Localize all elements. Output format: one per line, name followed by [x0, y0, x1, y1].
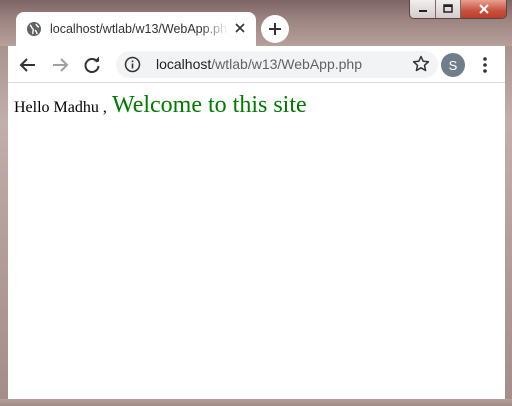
- maximize-icon: [443, 4, 453, 13]
- url-path: /wtlab/w13/WebApp.php: [211, 56, 362, 72]
- info-icon[interactable]: [124, 56, 141, 73]
- plus-icon: [269, 23, 281, 35]
- address-bar[interactable]: localhost/wtlab/w13/WebApp.php: [116, 51, 438, 78]
- url-host: localhost: [156, 56, 212, 72]
- minimize-button[interactable]: [410, 0, 436, 18]
- tab-title: localhost/wtlab/w13/WebApp.php: [50, 22, 228, 36]
- maximize-button[interactable]: [436, 0, 461, 18]
- close-icon: [478, 4, 489, 14]
- new-tab-button[interactable]: [261, 15, 289, 43]
- close-icon: [235, 23, 245, 33]
- url-text[interactable]: localhost/wtlab/w13/WebApp.php: [156, 56, 362, 72]
- arrow-left-icon: [19, 58, 35, 72]
- browser-toolbar: localhost/wtlab/w13/WebApp.php S: [8, 46, 505, 83]
- page-content: Hello Madhu , Welcome to this site: [14, 92, 307, 119]
- minimize-icon: [418, 10, 427, 12]
- tab-close-button[interactable]: [232, 21, 248, 37]
- globe-icon: [27, 22, 41, 36]
- forward-button[interactable]: [49, 54, 71, 76]
- browser-tab[interactable]: localhost/wtlab/w13/WebApp.php: [16, 12, 256, 46]
- arrow-right-icon: [53, 58, 69, 72]
- window-controls: [409, 0, 507, 19]
- page-viewport: Hello Madhu , Welcome to this site: [8, 83, 505, 399]
- reload-button[interactable]: [81, 54, 103, 76]
- greeting-text: Hello Madhu ,: [14, 99, 107, 116]
- back-button[interactable]: [17, 54, 39, 76]
- reload-icon: [84, 56, 100, 73]
- star-icon[interactable]: [412, 55, 430, 73]
- more-menu-icon[interactable]: [476, 55, 494, 75]
- window-bottom-border: [0, 399, 512, 406]
- profile-avatar[interactable]: S: [441, 53, 465, 77]
- welcome-heading: Welcome to this site: [111, 92, 307, 118]
- close-window-button[interactable]: [461, 0, 506, 18]
